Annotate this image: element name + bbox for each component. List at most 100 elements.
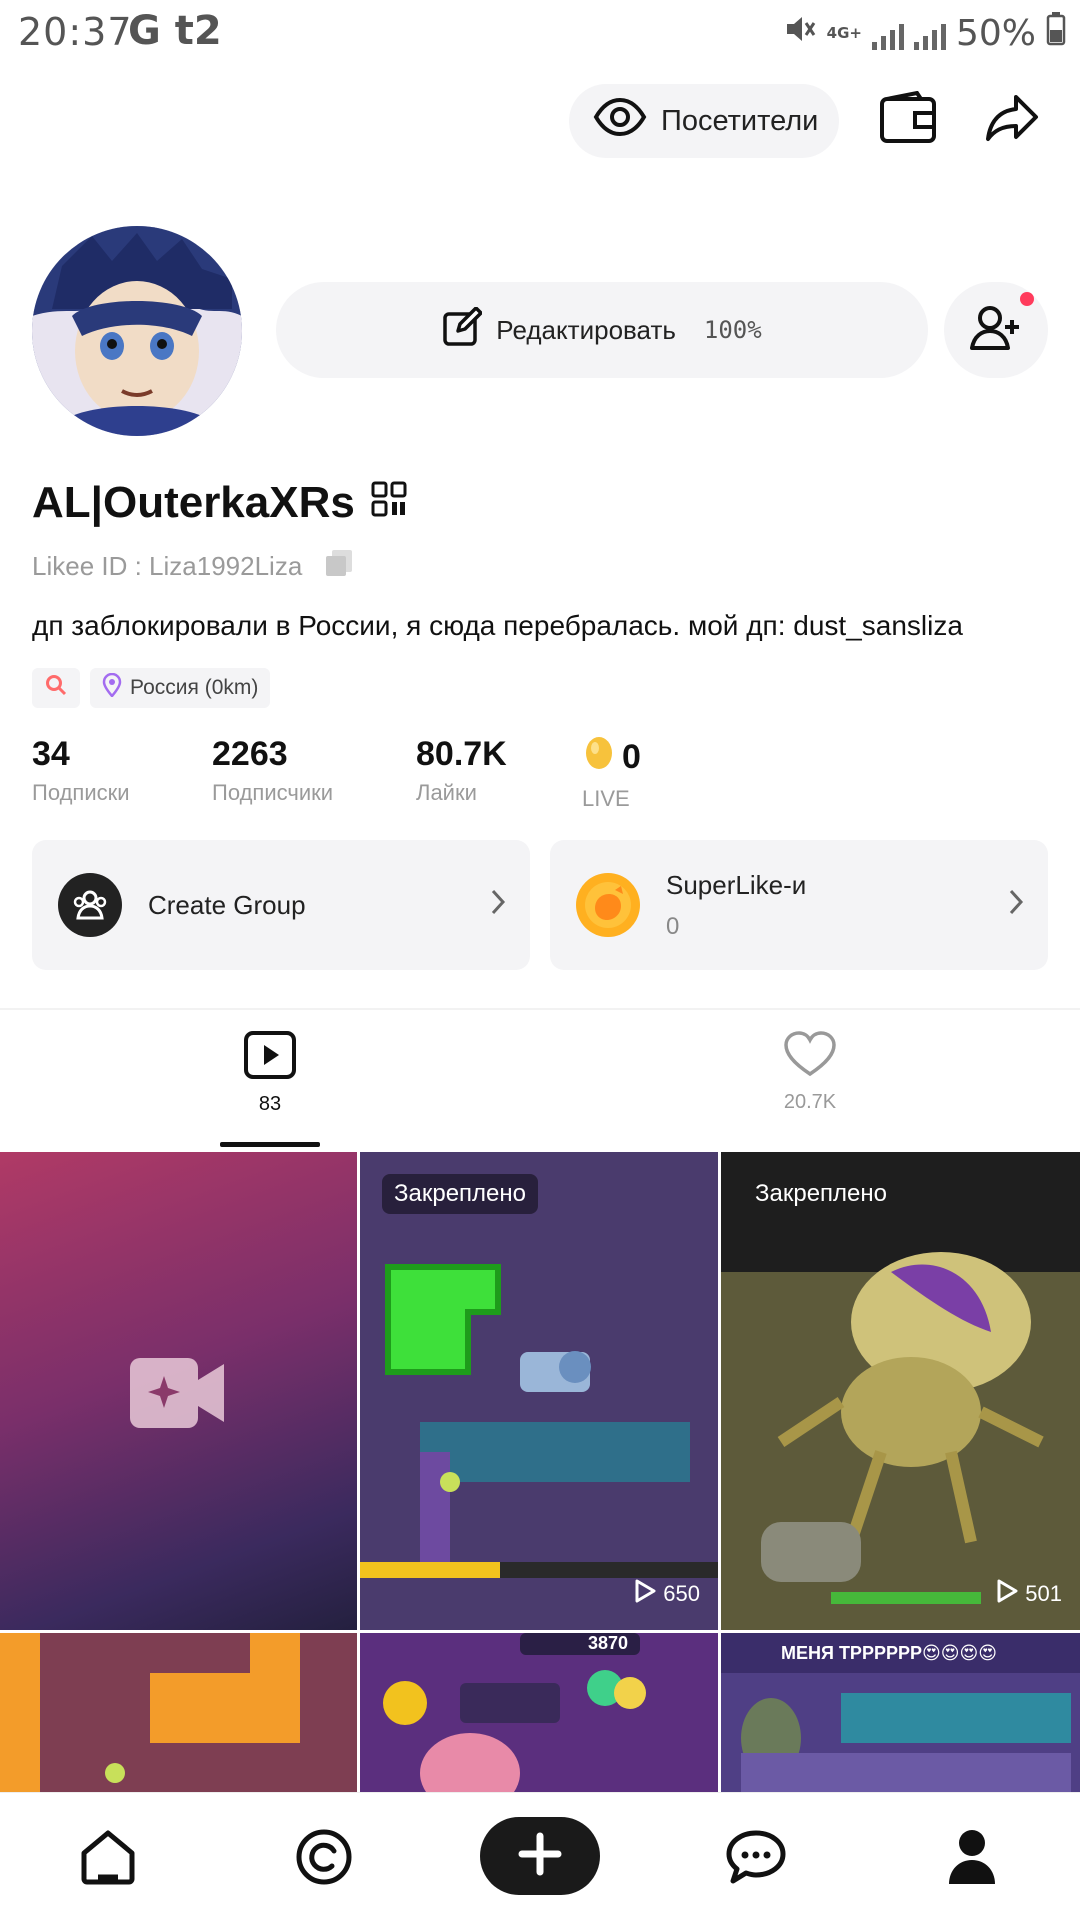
nav-messages[interactable] [720, 1823, 792, 1895]
notification-dot [1020, 292, 1034, 306]
add-friend-button[interactable] [944, 282, 1048, 378]
visitors-label: Посетители [661, 104, 819, 137]
superlike-card[interactable]: SuperLike-и 0 [550, 840, 1048, 970]
create-group-label: Create Group [148, 889, 306, 920]
stat-label: Лайки [416, 780, 477, 805]
video-thumbnail [0, 1633, 357, 1792]
stat-label: Подписки [32, 780, 130, 805]
create-post-button[interactable] [480, 1817, 600, 1895]
stat-live[interactable]: 0 LIVE [582, 735, 641, 812]
pinned-badge: Закреплено [382, 1174, 538, 1214]
content-tabs: 83 20.7K [0, 1030, 1080, 1150]
share-button[interactable] [982, 90, 1042, 150]
location-label: Россия (0km) [130, 676, 259, 699]
stat-value: 34 [32, 735, 70, 773]
network-type: 4G+ [826, 24, 862, 42]
search-tag-chip[interactable] [32, 668, 80, 708]
username: AL|OuterkaXRs [32, 478, 355, 527]
home-icon [78, 1829, 138, 1890]
edit-profile-label: Редактировать [496, 314, 676, 345]
profile-avatar[interactable] [32, 226, 242, 436]
eye-icon [593, 97, 647, 145]
explore-icon [294, 1827, 354, 1892]
play-count: 501 [995, 1578, 1062, 1610]
stat-following[interactable]: 34 Подписки [32, 735, 130, 806]
wallet-icon [879, 90, 937, 150]
search-icon [44, 673, 68, 703]
video-overlay-text: 3870 [588, 1633, 629, 1653]
add-user-icon [968, 304, 1024, 357]
chat-bubble-icon [725, 1829, 787, 1890]
status-right: 4G+ 50% [783, 12, 1066, 55]
superlike-count: 0 [666, 912, 680, 940]
status-carrier: G t2 [128, 8, 222, 54]
video-thumbnail [360, 1152, 718, 1630]
nav-home[interactable] [72, 1823, 144, 1895]
copy-icon[interactable] [324, 548, 354, 585]
location-pin-icon [102, 672, 122, 703]
nav-profile[interactable] [936, 1823, 1008, 1895]
stat-value: 2263 [212, 735, 288, 773]
chevron-right-icon [490, 888, 506, 921]
signal-icon [871, 18, 904, 50]
tab-videos[interactable]: 83 [170, 1030, 370, 1116]
tab-liked[interactable]: 20.7K [710, 1030, 910, 1114]
create-group-card[interactable]: Create Group [32, 840, 530, 970]
video-thumbnail [721, 1152, 1080, 1630]
video-overlay-text: МЕНЯ ТРРРРРР😍😍😍😍 [781, 1643, 998, 1663]
play-count: 650 [633, 1578, 700, 1610]
tab-videos-count: 83 [258, 1093, 282, 1115]
video-tile[interactable]: МЕНЯ ТРРРРРР😍😍😍😍 [721, 1633, 1080, 1792]
heart-icon [783, 1030, 837, 1083]
status-bar: 20:37 G t2 4G+ 50% [0, 0, 1080, 66]
stat-likes[interactable]: 80.7K Лайки [416, 735, 507, 806]
camera-sparkle-icon [128, 1356, 226, 1435]
create-video-tile[interactable] [0, 1152, 357, 1630]
video-play-icon [243, 1030, 297, 1085]
signal-icon-2 [913, 18, 946, 50]
superlike-text: SuperLike-и 0 [666, 870, 806, 941]
profile-icon [945, 1828, 999, 1891]
divider [0, 1008, 1080, 1010]
active-tab-indicator [220, 1142, 320, 1147]
profile-stats: 34 Подписки 2263 Подписчики 80.7K Лайки … [32, 735, 1032, 815]
bottom-navigation [0, 1792, 1080, 1920]
superlike-icon [576, 873, 640, 937]
stat-label: LIVE [582, 786, 630, 811]
battery-icon [1046, 12, 1066, 55]
video-thumbnail [360, 1633, 718, 1792]
video-tile[interactable]: Закреплено 650 [360, 1152, 718, 1630]
stat-value: 0 [622, 738, 641, 776]
likee-id-row: Likee ID : Liza1992Liza [32, 548, 354, 585]
stat-live-value: 0 [582, 735, 641, 780]
video-tile[interactable]: Закреплено 501 [721, 1152, 1080, 1630]
username-row: AL|OuterkaXRs [32, 478, 407, 528]
location-chip[interactable]: Россия (0km) [90, 668, 271, 708]
stat-value: 80.7K [416, 735, 507, 773]
play-count-value: 650 [663, 1581, 700, 1606]
edit-profile-button[interactable]: Редактировать 100% [276, 282, 928, 378]
play-outline-icon [995, 1578, 1019, 1610]
stat-label: Подписчики [212, 780, 334, 805]
likee-id: Likee ID : Liza1992Liza [32, 551, 303, 581]
share-arrow-icon [984, 93, 1040, 148]
profile-bio: дп заблокировали в России, я сюда перебр… [32, 610, 963, 641]
pinned-badge: Закреплено [755, 1180, 887, 1207]
video-tile[interactable] [0, 1633, 357, 1792]
battery-percent: 50% [955, 13, 1036, 54]
visitors-button[interactable]: Посетители [569, 84, 839, 158]
superlike-label: SuperLike-и [666, 869, 807, 900]
edit-icon [442, 305, 484, 354]
bean-coin-icon [582, 735, 616, 780]
nav-explore[interactable] [288, 1823, 360, 1895]
stat-followers[interactable]: 2263 Подписчики [212, 735, 333, 806]
profile-completion: 100% [703, 316, 762, 344]
video-tile[interactable]: 3870 [360, 1633, 718, 1792]
video-grid: Закреплено 650 Закреплено 501 3870 МЕНЯ … [0, 1152, 1080, 1792]
status-time: 20:37 [18, 10, 133, 54]
wallet-button[interactable] [878, 90, 938, 150]
play-count-value: 501 [1025, 1581, 1062, 1606]
group-icon [58, 873, 122, 937]
chevron-right-icon [1008, 888, 1024, 921]
qr-code-icon[interactable] [371, 478, 407, 528]
